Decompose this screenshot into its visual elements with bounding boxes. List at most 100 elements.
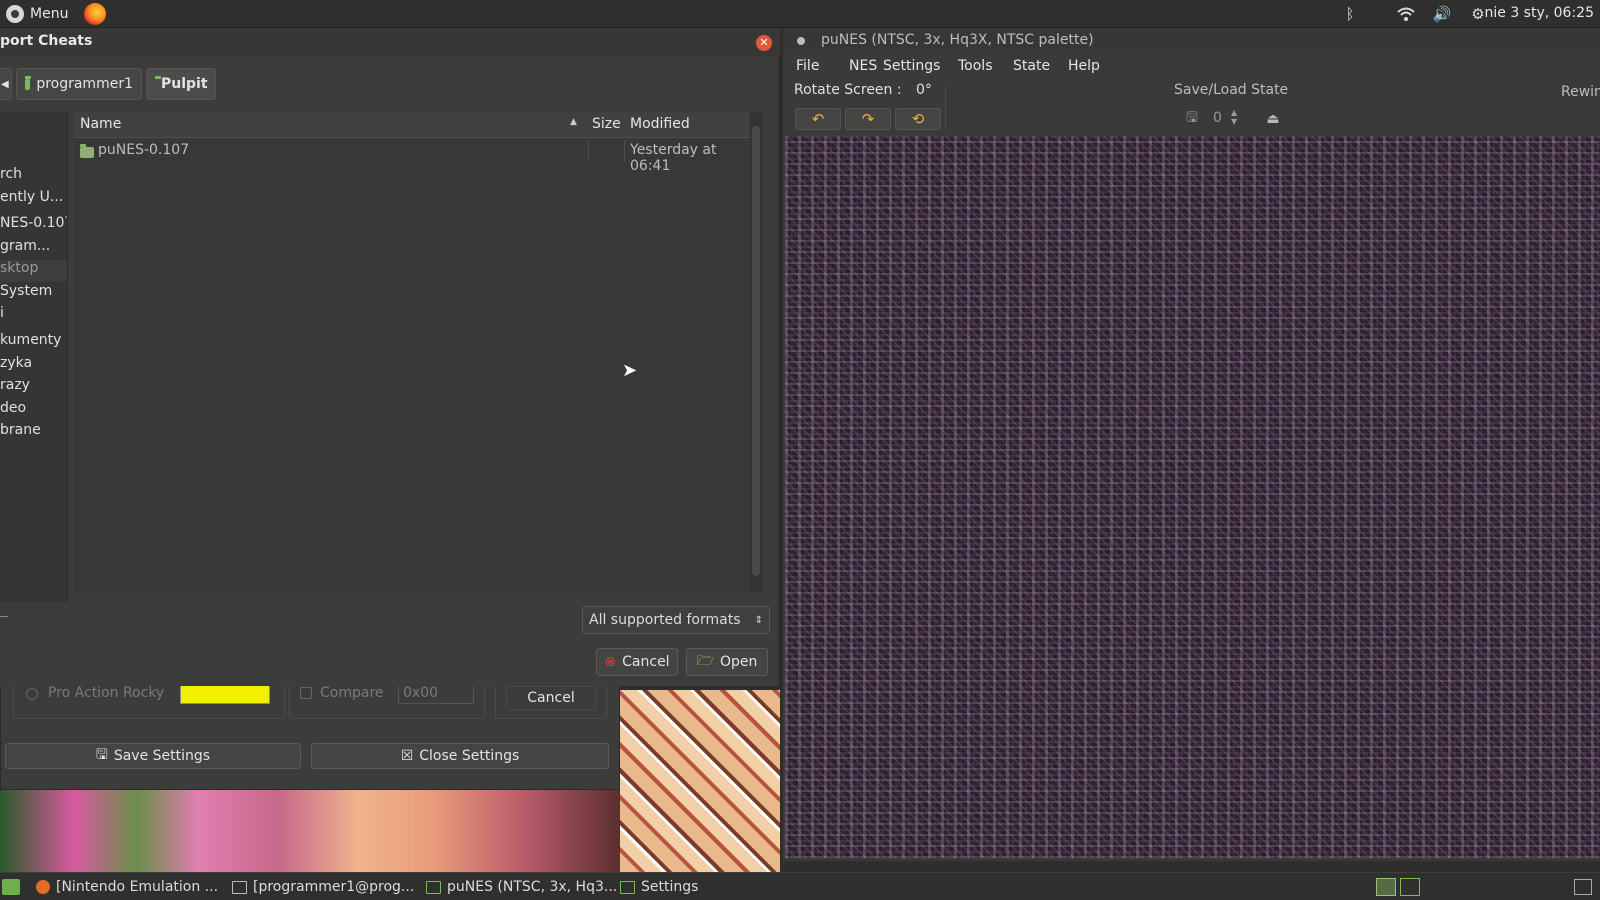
breadcrumb-programmer1[interactable]: programmer1: [16, 68, 142, 100]
file-list[interactable]: Name ▲ Size Modified puNES-0.107 Yesterd…: [74, 112, 754, 592]
main-menu-button[interactable]: Menu: [6, 4, 68, 24]
clock[interactable]: nie 3 sty, 06:25: [1485, 5, 1595, 21]
flip-icon: ⟲: [911, 110, 925, 128]
menu-tools[interactable]: Tools: [958, 58, 993, 74]
menu-state[interactable]: State: [1013, 58, 1050, 74]
save-state-icon[interactable]: 🖫: [1181, 108, 1203, 130]
taskbar: [Nintendo Emulation ... [programmer1@pro…: [0, 872, 1600, 900]
wallpaper: [0, 790, 620, 872]
pro-action-radio[interactable]: [26, 688, 38, 700]
dialog-cancel-button[interactable]: ⊗ Cancel: [596, 648, 678, 676]
settings-window-icon: [620, 880, 635, 894]
dialog-open-button[interactable]: 🗁 Open: [686, 648, 768, 676]
place-item[interactable]: NES-0.107: [0, 215, 67, 237]
place-item[interactable]: sktop: [0, 260, 67, 282]
place-item[interactable]: rch: [0, 166, 22, 188]
save-load-state-label: Save/Load State: [1174, 82, 1289, 98]
workspace-2-icon[interactable]: [1400, 878, 1420, 896]
bluetooth-icon[interactable]: ᛒ: [1340, 4, 1360, 24]
file-type-filter-value: All supported formats: [589, 612, 741, 628]
file-name: puNES-0.107: [98, 142, 190, 158]
punes-titlebar[interactable]: puNES (NTSC, 3x, Hq3X, NTSC palette): [783, 28, 1600, 54]
taskbar-item[interactable]: puNES (NTSC, 3x, Hq3...: [426, 876, 617, 898]
import-cheats-dialog: port Cheats ✕ ◀ programmer1 Pulpit rch e…: [0, 28, 780, 686]
mouse-cursor-icon: ➤: [622, 360, 638, 381]
compare-checkbox[interactable]: [300, 687, 312, 699]
cancel-icon: ⊗: [604, 654, 617, 670]
file-list-scrollbar[interactable]: [750, 112, 762, 592]
chevron-updown-icon: ⇕: [754, 614, 763, 626]
rotate-left-icon: ↶: [811, 110, 825, 128]
close-icon[interactable]: ✕: [756, 35, 772, 51]
column-size-header[interactable]: Size: [592, 116, 621, 132]
menu-file[interactable]: File: [796, 58, 819, 74]
breadcrumb-pulpit[interactable]: Pulpit: [146, 68, 216, 100]
compare-label: Compare: [320, 685, 384, 701]
breadcrumb-label: Pulpit: [161, 76, 208, 92]
taskbar-item[interactable]: [Nintendo Emulation ...: [36, 876, 218, 898]
load-state-icon[interactable]: ⏏: [1261, 108, 1285, 130]
folder-icon: [25, 75, 32, 90]
column-name-header[interactable]: Name: [80, 116, 121, 132]
file-type-filter-select[interactable]: All supported formats ⇕: [582, 606, 770, 634]
flip-button[interactable]: ⟲: [895, 108, 941, 130]
save-settings-label: Save Settings: [113, 748, 211, 764]
close-settings-label: Close Settings: [419, 748, 520, 764]
taskbar-item-label: [Nintendo Emulation ...: [56, 879, 219, 895]
wifi-icon[interactable]: [1394, 4, 1418, 24]
mint-logo-icon: [6, 5, 24, 23]
breadcrumb-back-button[interactable]: ◀: [0, 68, 12, 100]
taskbar-item[interactable]: [programmer1@prog...: [232, 876, 414, 898]
chevron-left-icon: ◀: [1, 78, 9, 90]
menu-nes[interactable]: NES: [849, 58, 877, 74]
punes-window: puNES (NTSC, 3x, Hq3X, NTSC palette) Fil…: [783, 28, 1600, 861]
dialog-open-label: Open: [719, 654, 758, 670]
show-desktop-icon[interactable]: [2, 879, 20, 895]
pro-action-label: Pro Action Rocky: [48, 685, 165, 701]
volume-icon[interactable]: 🔊: [1430, 4, 1454, 24]
place-item[interactable]: i: [0, 305, 4, 327]
rotate-screen-value: 0°: [916, 82, 932, 98]
settings-window: Pro Action Rocky Compare 0x00 Cancel 🖫 S…: [0, 671, 620, 790]
emulator-screen[interactable]: [785, 136, 1600, 858]
settings-cancel-button[interactable]: Cancel: [506, 686, 596, 710]
table-row[interactable]: puNES-0.107 Yesterday at 06:41: [74, 140, 754, 174]
rotate-screen-label: Rotate Screen :: [794, 82, 902, 98]
place-item[interactable]: deo: [0, 400, 26, 422]
main-menu-label: Menu: [30, 6, 69, 22]
save-icon: 🖫: [95, 747, 108, 763]
punes-icon: [426, 880, 441, 894]
scrollbar-thumb[interactable]: [752, 126, 760, 576]
place-item[interactable]: brane: [0, 422, 41, 444]
open-folder-icon: 🗁: [696, 653, 714, 669]
place-item[interactable]: kumenty: [0, 332, 61, 354]
trash-icon[interactable]: [1574, 879, 1592, 895]
save-settings-button[interactable]: 🖫 Save Settings: [5, 743, 301, 769]
taskbar-item[interactable]: Settings: [620, 876, 698, 898]
rotate-left-button[interactable]: ↶: [795, 108, 841, 130]
sort-ascending-icon: ▲: [570, 117, 577, 127]
divider: [0, 616, 8, 617]
state-slot-spinner[interactable]: 0 ▲ ▼: [1207, 108, 1243, 130]
dialog-titlebar[interactable]: port Cheats: [0, 28, 780, 56]
top-panel: Menu ᛒ 🔊 ⚙ nie 3 sty, 06:25: [0, 0, 1600, 28]
place-item[interactable]: System: [0, 283, 52, 305]
place-item[interactable]: ently U...: [0, 189, 63, 211]
place-item[interactable]: zyka: [0, 355, 32, 377]
column-modified-header[interactable]: Modified: [630, 116, 690, 132]
taskbar-item-label: Settings: [641, 879, 699, 895]
menu-settings[interactable]: Settings: [883, 58, 940, 74]
menu-help[interactable]: Help: [1068, 58, 1100, 74]
spinner-arrows-icon: ▲ ▼: [1231, 108, 1238, 126]
rotate-right-button[interactable]: ↷: [845, 108, 891, 130]
punes-title: puNES (NTSC, 3x, Hq3X, NTSC palette): [821, 32, 1094, 48]
workspace-1-icon[interactable]: [1376, 878, 1396, 896]
rotate-right-icon: ↷: [861, 110, 875, 128]
firefox-launcher-icon[interactable]: [84, 3, 106, 25]
place-item[interactable]: gram...: [0, 238, 50, 260]
place-item[interactable]: razy: [0, 377, 30, 399]
close-settings-button[interactable]: ☒ Close Settings: [311, 743, 609, 769]
window-dot-icon: [797, 37, 805, 45]
dialog-cancel-label: Cancel: [622, 654, 670, 670]
terminal-icon: [232, 880, 247, 894]
